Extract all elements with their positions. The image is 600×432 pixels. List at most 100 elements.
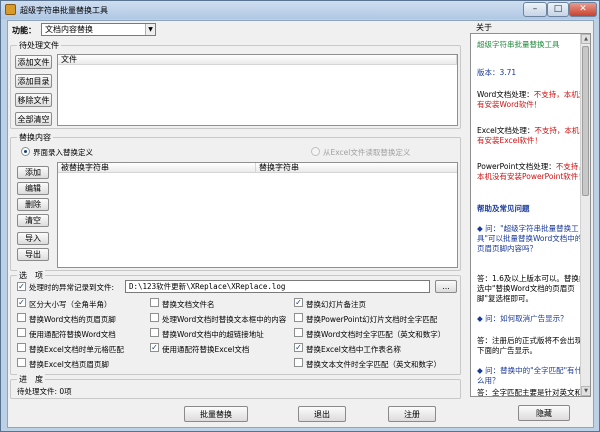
option-case-sensitive-label: 区分大小写（全角半角）: [29, 300, 112, 309]
function-select-value: 文档内容替换: [45, 25, 93, 34]
main-window: 超级字符串批量替换工具 – □ ✕ 功能： 文档内容替换 ▼ 待处理文件 添加文…: [0, 0, 600, 432]
manual-definition-radio[interactable]: [21, 147, 30, 156]
add-rule-button[interactable]: 添加: [17, 166, 49, 179]
option-slide-notes-label: 替换幻灯片备注页: [306, 300, 366, 309]
rules-list-header: 被替换字符串 替换字符串: [58, 163, 457, 173]
excel-definition-radio[interactable]: [311, 147, 320, 156]
option-excel-cell-match-label: 替换Excel文档时单元格匹配: [29, 345, 124, 354]
replace-content-title: 替换内容: [17, 132, 53, 143]
progress-text: 待处理文件: 0项: [17, 387, 72, 396]
add-file-button[interactable]: 添加文件: [15, 55, 52, 69]
delete-rule-button[interactable]: 删除: [17, 198, 49, 211]
scroll-down-icon[interactable]: ▼: [581, 386, 590, 396]
exit-button[interactable]: 退出: [298, 406, 346, 422]
faq-question-3[interactable]: ◆ 问：替换中的"全字匹配"有什么用？: [477, 366, 587, 386]
log-path-input[interactable]: D:\123软件更新\XReplace\XReplace.log: [125, 280, 430, 293]
option-excel-sheet-name-checkbox[interactable]: [294, 343, 303, 352]
option-excel-header-footer-checkbox[interactable]: [17, 358, 26, 367]
option-word-textbox-checkbox[interactable]: [150, 313, 159, 322]
about-word-info: Word文档处理：不支持，本机没有安装Word软件！: [477, 90, 587, 110]
option-excel-sheet-name-label: 替换Excel文档中工作表名称: [306, 345, 401, 354]
hide-panel-button[interactable]: 隐藏: [518, 405, 570, 421]
faq-answer-1: 答：1.6及以上版本可以。替换前选中"替换Word文档的页眉页脚"复选框即可。: [477, 274, 587, 303]
edit-rule-button[interactable]: 编辑: [17, 182, 49, 195]
option-excel-header-footer-label: 替换Excel文档页眉页脚: [29, 360, 109, 369]
batch-replace-button[interactable]: 批量替换: [184, 406, 248, 422]
word-support-label: Word文档处理：: [477, 90, 534, 99]
log-errors-label: 处理时的异常记录到文件:: [29, 283, 115, 292]
options-group: 选 项 处理时的异常记录到文件: D:\123软件更新\XReplace\XRe…: [10, 270, 461, 375]
replace-content-group: 替换内容 界面录入替换定义 从Excel文件读取替换定义 添加 编辑 删除 清空…: [10, 132, 461, 271]
close-button[interactable]: ✕: [569, 2, 597, 17]
option-excel-wildcard-label: 使用通配符替换Excel文档: [162, 345, 250, 354]
excel-support-label: Excel文档处理：: [477, 126, 535, 135]
export-rules-button[interactable]: 导出: [17, 248, 49, 261]
option-excel-cell-match-checkbox[interactable]: [17, 343, 26, 352]
option-word-wildcard-label: 使用通配符替换Word文档: [29, 330, 116, 339]
option-word-header-footer-checkbox[interactable]: [17, 313, 26, 322]
about-app-name: 超级字符串批量替换工具: [477, 40, 560, 49]
scroll-thumb[interactable]: [582, 46, 589, 196]
pending-files-group: 待处理文件 添加文件 添加目录 移除文件 全部清空 文件: [10, 40, 461, 129]
option-ppt-whole-word-label: 替换PowerPoint幻灯片文档时全字匹配: [306, 315, 438, 324]
app-icon: [5, 4, 16, 15]
excel-definition-label: 从Excel文件读取替换定义: [323, 148, 411, 157]
about-excel-info: Excel文档处理：不支持，本机没有安装Excel软件！: [477, 126, 587, 146]
clear-rules-button[interactable]: 清空: [17, 214, 49, 227]
title-bar[interactable]: 超级字符串批量替换工具 – □ ✕: [1, 1, 599, 19]
pending-files-title: 待处理文件: [17, 40, 61, 51]
option-excel-wildcard-checkbox[interactable]: [150, 343, 159, 352]
option-word-whole-word-label: 替换Word文档时全字匹配（英文和数字）: [306, 330, 446, 339]
faq-question-3-text: 问：替换中的"全字匹配"有什么用？: [477, 366, 583, 385]
option-word-header-footer-label: 替换Word文档的页眉页脚: [29, 315, 116, 324]
option-ppt-whole-word-checkbox[interactable]: [294, 313, 303, 322]
file-list[interactable]: 文件: [57, 54, 458, 126]
option-word-wildcard-checkbox[interactable]: [17, 328, 26, 337]
scroll-up-icon[interactable]: ▲: [581, 34, 590, 44]
chevron-down-icon[interactable]: ▼: [145, 24, 155, 35]
option-text-whole-word-checkbox[interactable]: [294, 358, 303, 367]
option-text-whole-word-label: 替换文本文件时全字匹配（英文和数字）: [306, 360, 441, 369]
option-slide-notes-checkbox[interactable]: [294, 298, 303, 307]
manual-definition-label: 界面录入替换定义: [33, 148, 93, 157]
clear-all-button[interactable]: 全部清空: [15, 112, 52, 126]
minimize-button[interactable]: –: [523, 2, 547, 17]
faq-answer-2: 答：注册后的正式版将不会出现下面的广告显示。: [477, 336, 582, 355]
about-scrollbar[interactable]: ▲ ▼: [580, 34, 590, 396]
file-column-header[interactable]: 文件: [58, 55, 457, 65]
function-label: 功能：: [12, 26, 36, 35]
import-rules-button[interactable]: 导入: [17, 232, 49, 245]
faq-question-2[interactable]: ◆ 问：如何取消广告显示？: [477, 314, 587, 324]
option-rename-files-checkbox[interactable]: [150, 298, 159, 307]
about-version: 版本：3.71: [477, 68, 517, 77]
option-rename-files-label: 替换文档文件名: [162, 300, 215, 309]
faq-question-1[interactable]: ◆ 问："超级字符串批量替换工具"可以批量替换Word文档中的页眉页脚内容吗？: [477, 224, 587, 254]
replace-rules-list[interactable]: 被替换字符串 替换字符串: [57, 162, 458, 268]
add-folder-button[interactable]: 添加目录: [15, 74, 52, 88]
maximize-button[interactable]: □: [547, 2, 569, 17]
window-title: 超级字符串批量替换工具: [20, 6, 108, 15]
source-string-column-header[interactable]: 被替换字符串: [58, 163, 256, 173]
about-ppt-info: PowerPoint文档处理：不支持，本机没有安装PowerPoint软件！: [477, 162, 587, 182]
about-title: 关于: [476, 23, 492, 32]
faq-answer-3: 答：全字匹配主要是针对英文和数字的，指在有效的: [477, 388, 582, 397]
faq-title: 帮助及常见问题: [477, 204, 530, 213]
option-word-hyperlink-label: 替换Word文档中的超链接地址: [162, 330, 264, 339]
remove-file-button[interactable]: 移除文件: [15, 93, 52, 107]
option-case-sensitive-checkbox[interactable]: [17, 298, 26, 307]
target-string-column-header[interactable]: 替换字符串: [256, 163, 457, 173]
options-title: 选 项: [17, 270, 45, 281]
browse-button[interactable]: ...: [435, 280, 457, 293]
progress-group: 进 度 待处理文件: 0项: [10, 374, 461, 399]
about-panel[interactable]: 超级字符串批量替换工具 版本：3.71 Word文档处理：不支持，本机没有安装W…: [470, 33, 591, 397]
function-select[interactable]: 文档内容替换 ▼: [41, 23, 156, 36]
faq-question-1-text: 问："超级字符串批量替换工具"可以批量替换Word文档中的页眉页脚内容吗？: [477, 224, 583, 253]
client-area: 功能： 文档内容替换 ▼ 待处理文件 添加文件 添加目录 移除文件 全部清空 文…: [7, 20, 594, 428]
log-errors-checkbox[interactable]: [17, 282, 26, 291]
option-word-whole-word-checkbox[interactable]: [294, 328, 303, 337]
option-word-hyperlink-checkbox[interactable]: [150, 328, 159, 337]
option-word-textbox-label: 处理Word文档时替换文本框中的内容: [162, 315, 287, 324]
faq-question-2-text: 问：如何取消广告显示？: [485, 314, 568, 323]
register-button[interactable]: 注册: [388, 406, 436, 422]
file-list-header: 文件: [58, 55, 457, 65]
